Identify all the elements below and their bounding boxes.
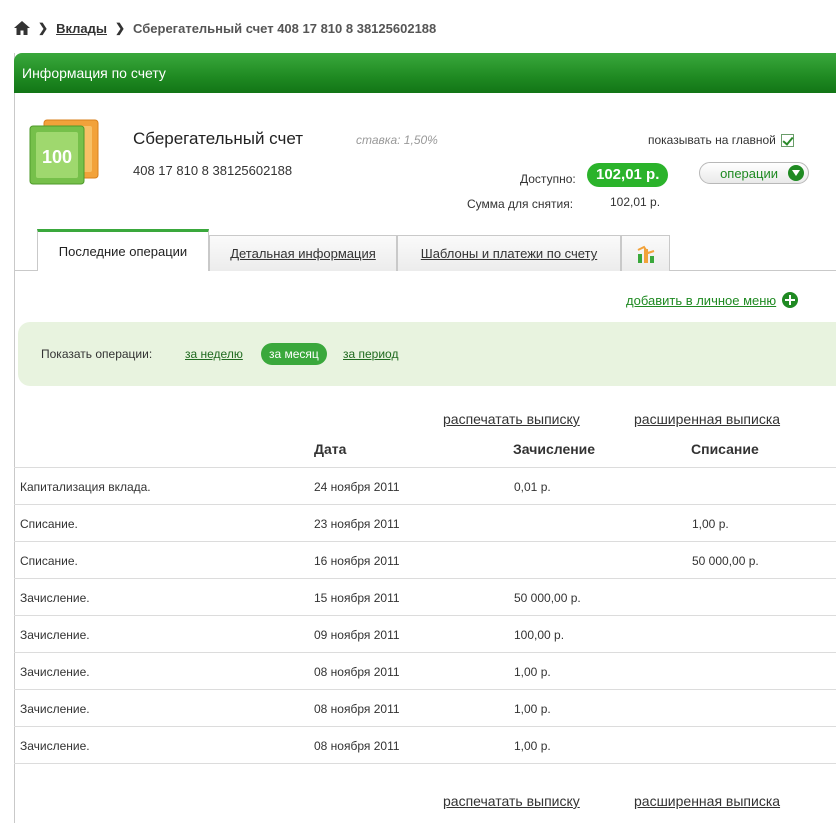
row-date: 23 ноября 2011 <box>314 517 400 531</box>
table-row: Зачисление. 08 ноября 2011 1,00 р. <box>14 727 836 764</box>
row-credit: 1,00 р. <box>514 739 551 753</box>
row-credit: 100,00 р. <box>514 628 565 642</box>
show-on-main-label: показывать на главной <box>648 133 776 147</box>
extended-statement-link[interactable]: расширенная выписка <box>634 411 780 427</box>
available-label: Доступно: <box>520 172 576 186</box>
table-row: Зачисление. 08 ноября 2011 1,00 р. <box>14 690 836 727</box>
breadcrumb: ❯ Вклады ❯ Сберегательный счет 408 17 81… <box>14 18 436 38</box>
tab-chart[interactable] <box>621 235 670 271</box>
row-description: Списание. <box>20 554 78 568</box>
tab-label: Детальная информация <box>230 246 376 261</box>
tab-label: Последние операции <box>58 244 188 259</box>
show-on-main-checkbox[interactable] <box>780 133 794 147</box>
row-description: Списание. <box>20 517 78 531</box>
table-row: Зачисление. 09 ноября 2011 100,00 р. <box>14 616 836 653</box>
table-row: Списание. 23 ноября 2011 1,00 р. <box>14 505 836 542</box>
add-to-menu-label: добавить в личное меню <box>626 292 777 308</box>
chevron-right-icon: ❯ <box>114 21 126 35</box>
filter-week-link[interactable]: за неделю <box>185 347 243 361</box>
add-to-menu-link[interactable]: добавить в личное меню <box>626 292 799 308</box>
row-debit: 1,00 р. <box>692 517 729 531</box>
print-statement-link[interactable]: распечатать выписку <box>443 411 580 427</box>
breadcrumb-current: Сберегательный счет 408 17 810 8 3812560… <box>133 20 437 36</box>
column-header-date: Дата <box>314 441 347 457</box>
row-description: Зачисление. <box>20 739 90 753</box>
home-icon[interactable] <box>14 21 30 35</box>
filter-period-link[interactable]: за период <box>343 347 398 361</box>
row-date: 08 ноября 2011 <box>314 739 400 753</box>
row-debit: 50 000,00 р. <box>692 554 759 568</box>
banknote-icon: 100 <box>29 119 99 185</box>
svg-text:100: 100 <box>42 147 72 167</box>
filter-month-button[interactable]: за месяц <box>261 343 327 365</box>
tab-label: Шаблоны и платежи по счету <box>420 246 598 261</box>
filter-label: Показать операции: <box>41 347 153 361</box>
row-date: 08 ноября 2011 <box>314 702 400 716</box>
chevron-right-icon: ❯ <box>38 21 49 35</box>
account-name: Сберегательный счет <box>133 129 304 148</box>
row-credit: 50 000,00 р. <box>514 591 581 605</box>
panel-title: Информация по счету <box>22 65 166 81</box>
column-header-credit: Зачисление <box>513 441 596 457</box>
show-on-main-toggle[interactable]: показывать на главной <box>648 133 794 147</box>
row-date: 16 ноября 2011 <box>314 554 400 568</box>
chart-icon <box>637 245 654 263</box>
plus-icon <box>782 292 799 308</box>
row-description: Зачисление. <box>20 628 90 642</box>
row-credit: 0,01 р. <box>514 480 551 494</box>
row-description: Зачисление. <box>20 591 90 605</box>
row-description: Зачисление. <box>20 702 90 716</box>
print-statement-link-bottom[interactable]: распечатать выписку <box>443 793 580 809</box>
row-credit: 1,00 р. <box>514 702 551 716</box>
row-description: Зачисление. <box>20 665 90 679</box>
account-number: 408 17 810 8 38125602188 <box>133 163 293 178</box>
column-header-debit: Списание <box>691 441 759 457</box>
tab-detailed-info[interactable]: Детальная информация <box>209 235 397 271</box>
row-description: Капитализация вклада. <box>20 480 151 494</box>
withdraw-label: Сумма для снятия: <box>467 197 574 211</box>
row-date: 09 ноября 2011 <box>314 628 400 642</box>
row-date: 15 ноября 2011 <box>314 591 400 605</box>
chevron-down-icon <box>788 165 804 181</box>
extended-statement-link-bottom[interactable]: расширенная выписка <box>634 793 780 809</box>
operations-button-label: операции <box>720 165 778 181</box>
withdraw-value: 102,01 р. <box>610 195 661 209</box>
row-date: 08 ноября 2011 <box>314 665 400 679</box>
operations-button[interactable]: операции <box>699 162 809 184</box>
tab-templates-payments[interactable]: Шаблоны и платежи по счету <box>397 235 621 271</box>
row-date: 24 ноября 2011 <box>314 480 400 494</box>
available-balance: 102,01 р. <box>587 163 669 187</box>
table-row: Зачисление. 08 ноября 2011 1,00 р. <box>14 653 836 690</box>
row-credit: 1,00 р. <box>514 665 551 679</box>
table-row: Зачисление. 15 ноября 2011 50 000,00 р. <box>14 579 836 616</box>
table-row: Капитализация вклада. 24 ноября 2011 0,0… <box>14 468 836 505</box>
tab-recent-operations[interactable]: Последние операции <box>37 229 209 271</box>
table-row: Списание. 16 ноября 2011 50 000,00 р. <box>14 542 836 579</box>
breadcrumb-link-deposits[interactable]: Вклады <box>56 21 107 36</box>
account-rate: ставка: 1,50% <box>356 133 438 147</box>
panel-header: Информация по счету <box>14 53 836 93</box>
